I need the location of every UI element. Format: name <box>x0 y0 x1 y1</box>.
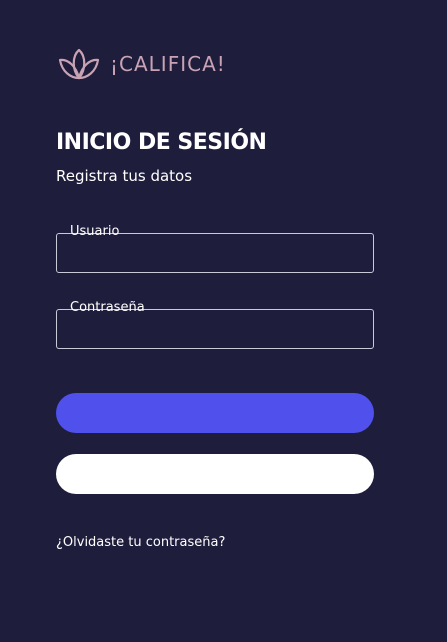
username-field: Usuario <box>56 225 374 273</box>
brand-name: ¡CALIFICA! <box>110 52 226 76</box>
brand-header: ¡CALIFICA! <box>56 46 226 82</box>
password-input[interactable] <box>56 309 374 349</box>
lotus-icon <box>58 48 100 80</box>
page-subtitle: Registra tus datos <box>56 167 193 185</box>
username-label: Usuario <box>70 224 120 239</box>
page-title: INICIO DE SESIÓN <box>56 130 267 155</box>
password-field: Contraseña <box>56 301 374 349</box>
forgot-password-link[interactable]: ¿Olvidaste tu contraseña? <box>56 535 225 550</box>
login-button[interactable] <box>56 393 374 433</box>
secondary-button[interactable] <box>56 454 374 494</box>
username-input[interactable] <box>56 233 374 273</box>
password-label: Contraseña <box>70 300 145 315</box>
